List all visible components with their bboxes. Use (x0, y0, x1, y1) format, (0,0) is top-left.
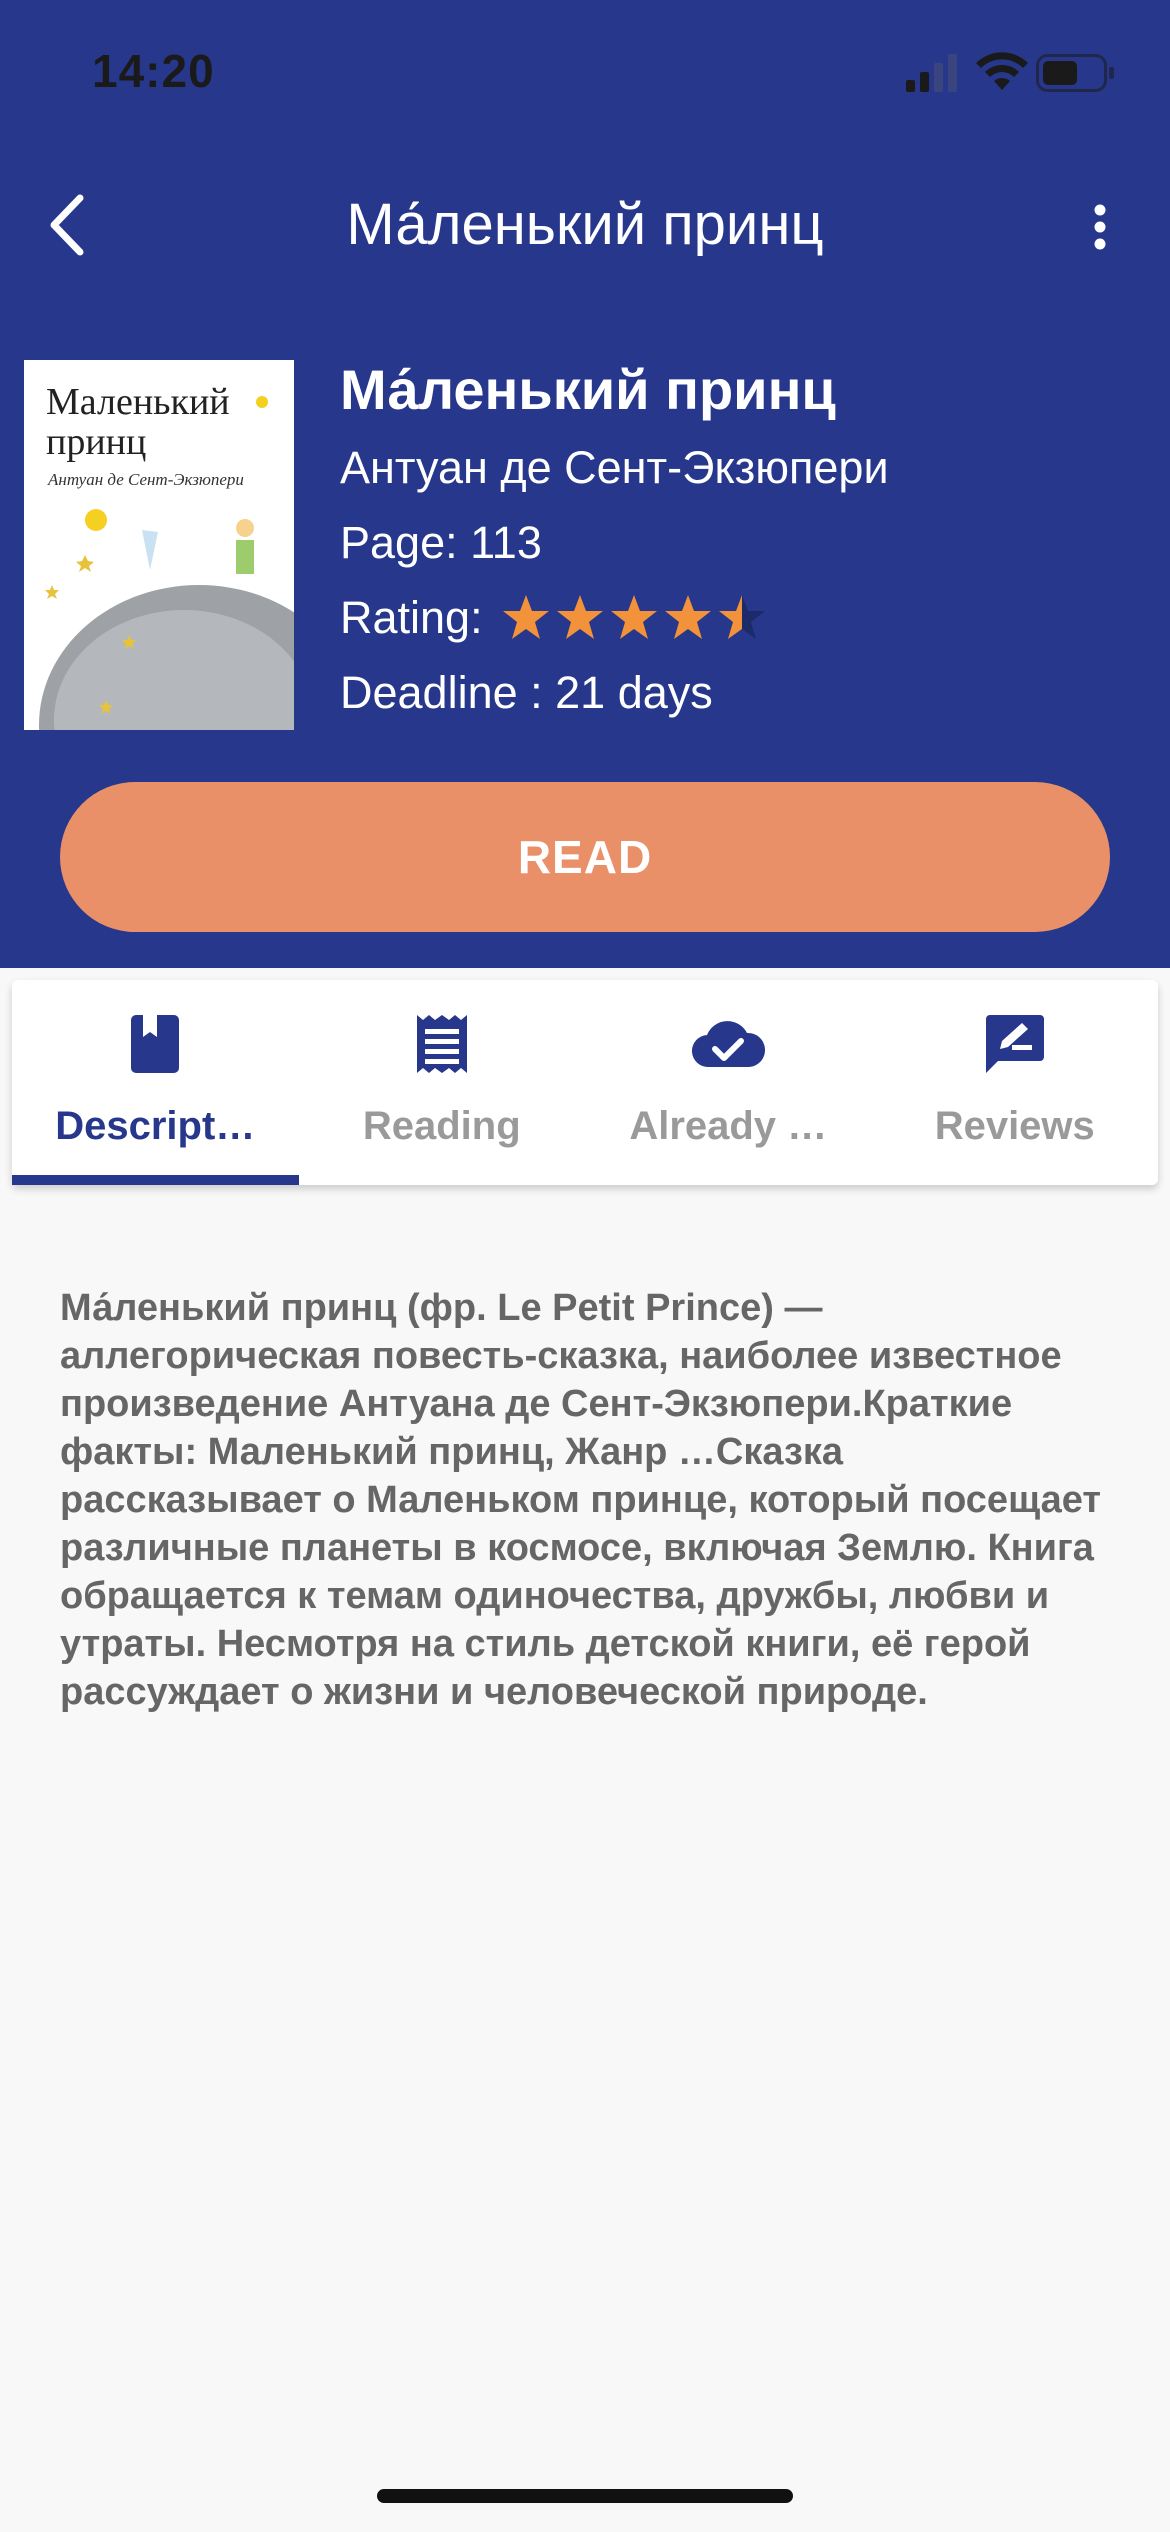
rating-label: Rating: (340, 592, 483, 643)
tab-already-read[interactable]: Already … (585, 980, 872, 1185)
more-options-button[interactable] (1080, 192, 1120, 262)
active-tab-indicator (12, 1175, 299, 1185)
tab-description[interactable]: Descript… (12, 980, 299, 1185)
nav-title: Ма́ленький принц (346, 192, 824, 257)
star-icon (610, 594, 657, 639)
more-vertical-icon (1094, 204, 1106, 250)
star-icon (556, 594, 603, 639)
star-icon (664, 594, 711, 639)
book-cover[interactable]: Маленький принц Антуан де Сент-Экзюпери (24, 360, 294, 730)
cellular-signal-icon (906, 54, 957, 92)
tab-reading[interactable]: Reading (299, 980, 586, 1185)
status-time: 14:20 (92, 45, 215, 97)
tab-label: Reviews (934, 1104, 1095, 1148)
tab-label: Reading (362, 1104, 521, 1148)
status-bar: 14:20 (0, 0, 1170, 150)
cloud-check-icon (688, 1004, 768, 1084)
book-rating: Rating: (340, 580, 1140, 655)
rating-stars (501, 593, 767, 643)
tab-reviews[interactable]: Reviews (872, 980, 1159, 1185)
book-pages: Page: 113 (340, 517, 542, 568)
book-author: Антуан де Сент-Экзюпери (340, 442, 889, 493)
edit-note-icon (975, 1004, 1055, 1084)
tab-label: Already … (629, 1104, 828, 1148)
read-button[interactable]: READ (60, 782, 1110, 932)
star-icon (718, 594, 765, 639)
home-indicator (377, 2489, 793, 2503)
back-button[interactable] (36, 190, 96, 260)
receipt-icon (402, 1004, 482, 1084)
chevron-left-icon (50, 194, 84, 256)
wifi-icon (976, 52, 1028, 90)
nav-bar: Ма́ленький принц (0, 170, 1170, 280)
tab-label: Descript… (55, 1104, 256, 1148)
battery-icon (1036, 54, 1114, 92)
book-icon (115, 1004, 195, 1084)
book-header: 14:20 Ма́ленький принц Маленький принц А… (0, 0, 1170, 968)
star-icon (502, 594, 549, 639)
cover-illustration (39, 396, 294, 730)
book-deadline: Deadline : 21 days (340, 667, 713, 718)
book-title: Ма́ленький принц (340, 358, 836, 421)
book-description: Ма́ленький принц (фр. Le Petit Prince) —… (60, 1287, 1101, 1713)
book-info: Ма́ленький принц Антуан де Сент-Экзюпери… (340, 350, 1140, 730)
tab-bar: Descript… Reading Already … Reviews (12, 980, 1158, 1185)
